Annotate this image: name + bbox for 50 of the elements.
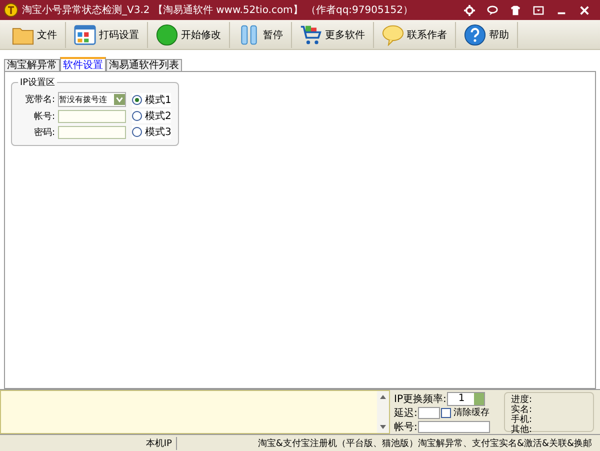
- status-cell-text: 淘宝&支付宝注册机（平台版、猫池版）淘宝解异常、支付宝实名&激活&关联&换邮: [256, 438, 593, 450]
- app-logo-icon: [4, 3, 18, 17]
- toolbar-button[interactable]: 开始修改: [148, 22, 230, 48]
- toolbar-button[interactable]: 帮助: [456, 22, 518, 48]
- window-title: 淘宝小号异常状态检测_V3.2 【淘易通软件 www.52tio.com】 （作者qq:97905152）: [22, 4, 414, 17]
- settings-icon[interactable]: [464, 4, 475, 16]
- dropdown-menu-icon[interactable]: [533, 4, 544, 16]
- account-field[interactable]: [418, 420, 490, 432]
- shopping-cart-icon: [300, 24, 322, 46]
- scroll-down-icon[interactable]: [380, 425, 386, 429]
- account-field[interactable]: [58, 110, 126, 122]
- frequency-spinner[interactable]: 1: [447, 392, 486, 406]
- field-label: 密码:: [32, 126, 56, 138]
- field-label: IP更换频率:: [394, 392, 446, 406]
- group-title: IP设置区: [19, 76, 56, 89]
- help-icon: [464, 24, 486, 46]
- broadband-dropdown[interactable]: 暂没有拨号连: [58, 92, 126, 106]
- clear-cache-checkbox[interactable]: 清除缓存: [441, 406, 490, 419]
- grid-window-icon: [74, 24, 96, 46]
- toolbar-button[interactable]: 打码设置: [66, 22, 148, 48]
- tab[interactable]: 软件设置: [60, 57, 106, 71]
- info-label: 进度:: [511, 395, 534, 405]
- toolbar-button[interactable]: 联系作者: [374, 22, 456, 48]
- pause-icon: [238, 24, 260, 46]
- scroll-up-icon[interactable]: [380, 395, 386, 399]
- info-label: 其他:: [511, 425, 534, 435]
- info-label: 手机:: [511, 415, 534, 425]
- speech-bubble-icon: [382, 24, 404, 46]
- field-label: 宽带名:: [24, 94, 56, 106]
- password-field[interactable]: [58, 126, 126, 138]
- mode-radio[interactable]: 模式3: [132, 125, 172, 139]
- circle-icon: [156, 24, 178, 46]
- chat-bubble-icon[interactable]: [487, 4, 498, 16]
- mode-radio[interactable]: 模式1: [132, 93, 172, 107]
- scrollbar[interactable]: [377, 391, 389, 433]
- shirt-icon[interactable]: [510, 4, 521, 16]
- status-cell: 本机IP: [0, 436, 177, 450]
- toolbar-button[interactable]: 文件: [4, 22, 66, 48]
- tab[interactable]: 淘易通软件列表: [106, 59, 182, 71]
- field-label: 延迟:: [394, 406, 418, 420]
- dropdown-arrow-icon: [114, 94, 125, 104]
- toolbar-button[interactable]: 暂停: [230, 22, 292, 48]
- close-icon[interactable]: [579, 4, 590, 16]
- info-label: 实名:: [511, 405, 534, 415]
- field-label: 帐号:: [32, 110, 56, 122]
- tab[interactable]: 淘宝解异常: [4, 59, 60, 71]
- field-label: 帐号:: [394, 420, 418, 434]
- mode-radio[interactable]: 模式2: [132, 109, 172, 123]
- toolbar-button[interactable]: 更多软件: [292, 22, 374, 48]
- delay-field[interactable]: [418, 406, 440, 418]
